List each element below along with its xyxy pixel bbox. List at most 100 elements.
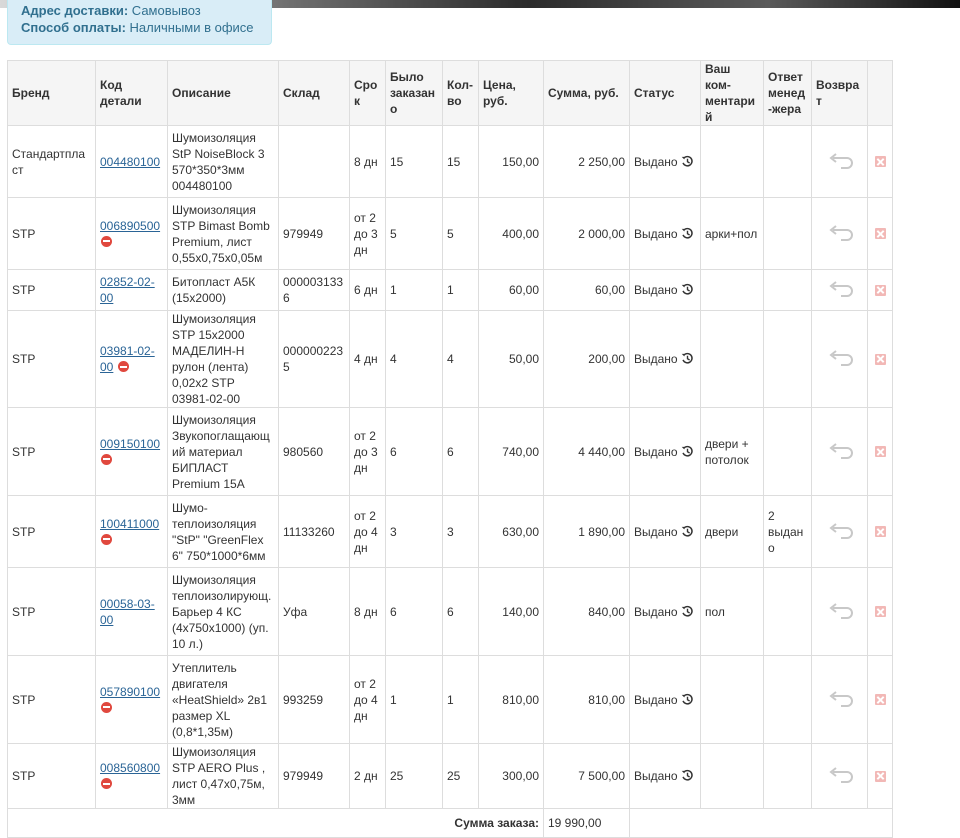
total-row: Сумма заказа: 19 990,00 [7, 808, 893, 838]
cell-status: Выдано [629, 567, 701, 656]
cell-warehouse: 979949 [278, 197, 350, 270]
history-clock-icon[interactable] [678, 693, 694, 707]
cell-warehouse [278, 125, 350, 198]
cell-delete [867, 197, 893, 270]
cell-price: 150,00 [478, 125, 544, 198]
delete-x-icon[interactable] [874, 446, 886, 457]
cell-manager-reply [763, 743, 812, 809]
cell-brand: STP [7, 310, 96, 408]
cell-status: Выдано [629, 655, 701, 744]
history-clock-icon[interactable] [678, 283, 694, 297]
total-row-filler [629, 808, 893, 838]
cell-code: 057890100 [95, 655, 168, 744]
return-arrow-icon[interactable] [816, 442, 863, 461]
part-code-link[interactable]: 006890500 [100, 219, 160, 233]
no-entry-icon [101, 235, 112, 247]
cell-code: 00058-03-00 [95, 567, 168, 656]
history-clock-icon[interactable] [678, 155, 694, 169]
cell-description: Утеплитель двигателя «HeatShield» 2в1 ра… [167, 655, 279, 744]
status-text: Выдано [634, 352, 678, 366]
table-row: STP 03981-02-00 Шумоизоляция STP 15x2000 … [7, 310, 893, 408]
history-clock-icon[interactable] [678, 769, 694, 783]
cell-sum: 200,00 [543, 310, 630, 408]
order-total-label: Сумма заказа: [7, 808, 544, 838]
history-clock-icon[interactable] [678, 525, 694, 539]
delivery-address-line: Адрес доставки: Самовывоз [21, 2, 258, 19]
cell-return [811, 197, 868, 270]
delete-x-icon[interactable] [874, 228, 886, 239]
cell-qty: 6 [442, 407, 479, 496]
return-arrow-icon[interactable] [816, 602, 863, 621]
return-arrow-icon[interactable] [816, 152, 863, 171]
cell-status: Выдано [629, 197, 701, 270]
part-code-link[interactable]: 00058-03-00 [100, 597, 155, 627]
cell-status: Выдано [629, 125, 701, 198]
part-code-link[interactable]: 100411000 [100, 517, 159, 531]
cell-ordered: 5 [385, 197, 443, 270]
status-text: Выдано [634, 604, 678, 619]
delete-x-icon[interactable] [874, 353, 886, 365]
return-arrow-icon[interactable] [816, 690, 863, 709]
cell-brand: STP [7, 655, 96, 744]
cell-comment [700, 125, 764, 198]
cell-comment [700, 310, 764, 408]
cell-code: 008560800 [95, 743, 168, 809]
no-entry-icon [101, 453, 112, 465]
payment-method-label: Способ оплаты: [21, 20, 126, 35]
cell-sum: 7 500,00 [543, 743, 630, 809]
payment-method-line: Способ оплаты: Наличными в офисе [21, 19, 258, 36]
cell-comment [700, 655, 764, 744]
part-code-link[interactable]: 02852-02-00 [100, 275, 155, 305]
order-items-table: Бренд Код детали Описание Склад Срок Был… [7, 60, 893, 838]
status-text: Выдано [634, 769, 678, 783]
history-clock-icon[interactable] [678, 445, 694, 459]
payment-method-value: Наличными в офисе [129, 20, 254, 35]
cell-ordered: 6 [385, 407, 443, 496]
cell-brand: STP [7, 743, 96, 809]
part-code-link[interactable]: 008560800 [100, 761, 160, 775]
return-arrow-icon[interactable] [816, 767, 863, 785]
delete-x-icon[interactable] [874, 526, 886, 537]
history-clock-icon[interactable] [678, 352, 694, 366]
cell-ordered: 1 [385, 269, 443, 311]
delete-x-icon[interactable] [874, 606, 886, 617]
part-code-link[interactable]: 009150100 [100, 437, 160, 451]
cell-code: 004480100 [95, 125, 168, 198]
cell-warehouse: 979949 [278, 743, 350, 809]
delete-x-icon[interactable] [874, 770, 886, 782]
table-row: Стандартпласт 004480100 Шумоизоляция StP N… [7, 125, 893, 198]
table-header-row: Бренд Код детали Описание Склад Срок Был… [7, 60, 893, 126]
col-code: Код детали [95, 60, 168, 126]
col-term: Срок [349, 60, 386, 126]
return-arrow-icon[interactable] [816, 522, 863, 541]
part-code-link[interactable]: 057890100 [100, 685, 160, 699]
cell-sum: 4 440,00 [543, 407, 630, 496]
part-code-link[interactable]: 004480100 [100, 155, 160, 169]
return-arrow-icon[interactable] [816, 224, 863, 243]
cell-term: 8 дн [349, 567, 386, 656]
cell-description: Шумоизоляция STP Bimast Bomb Premium, ли… [167, 197, 279, 270]
delete-x-icon[interactable] [874, 156, 886, 167]
cell-manager-reply [763, 567, 812, 656]
history-clock-icon[interactable] [678, 227, 694, 241]
col-delete [867, 60, 893, 126]
cell-code: 02852-02-00 [95, 269, 168, 311]
return-arrow-icon[interactable] [816, 350, 863, 368]
cell-status: Выдано [629, 269, 701, 311]
delete-x-icon[interactable] [874, 694, 886, 705]
cell-comment [700, 743, 764, 809]
cell-description: Битопласт А5К (15х2000) [167, 269, 279, 311]
cell-warehouse: 980560 [278, 407, 350, 496]
delete-x-icon[interactable] [874, 284, 886, 296]
cell-qty: 1 [442, 269, 479, 311]
table-row: STP 02852-02-00 Битопласт А5К (15х2000) 000… [7, 269, 893, 311]
return-arrow-icon[interactable] [816, 281, 863, 299]
cell-sum: 2 250,00 [543, 125, 630, 198]
cell-warehouse: 993259 [278, 655, 350, 744]
no-entry-icon [101, 778, 112, 789]
table-row: STP 009150100 Шумоизоляция Звукопоглащающ… [7, 407, 893, 496]
cell-delete [867, 655, 893, 744]
history-clock-icon[interactable] [678, 605, 694, 619]
cell-qty: 5 [442, 197, 479, 270]
col-manager: Ответ менед-жера [763, 60, 812, 126]
